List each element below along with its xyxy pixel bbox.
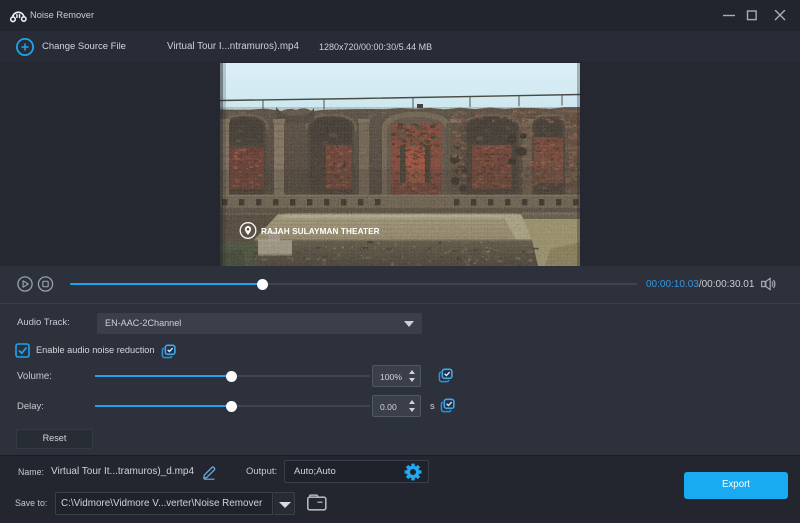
svg-text:RAJAH SULAYMAN THEATER: RAJAH SULAYMAN THEATER bbox=[261, 227, 380, 236]
